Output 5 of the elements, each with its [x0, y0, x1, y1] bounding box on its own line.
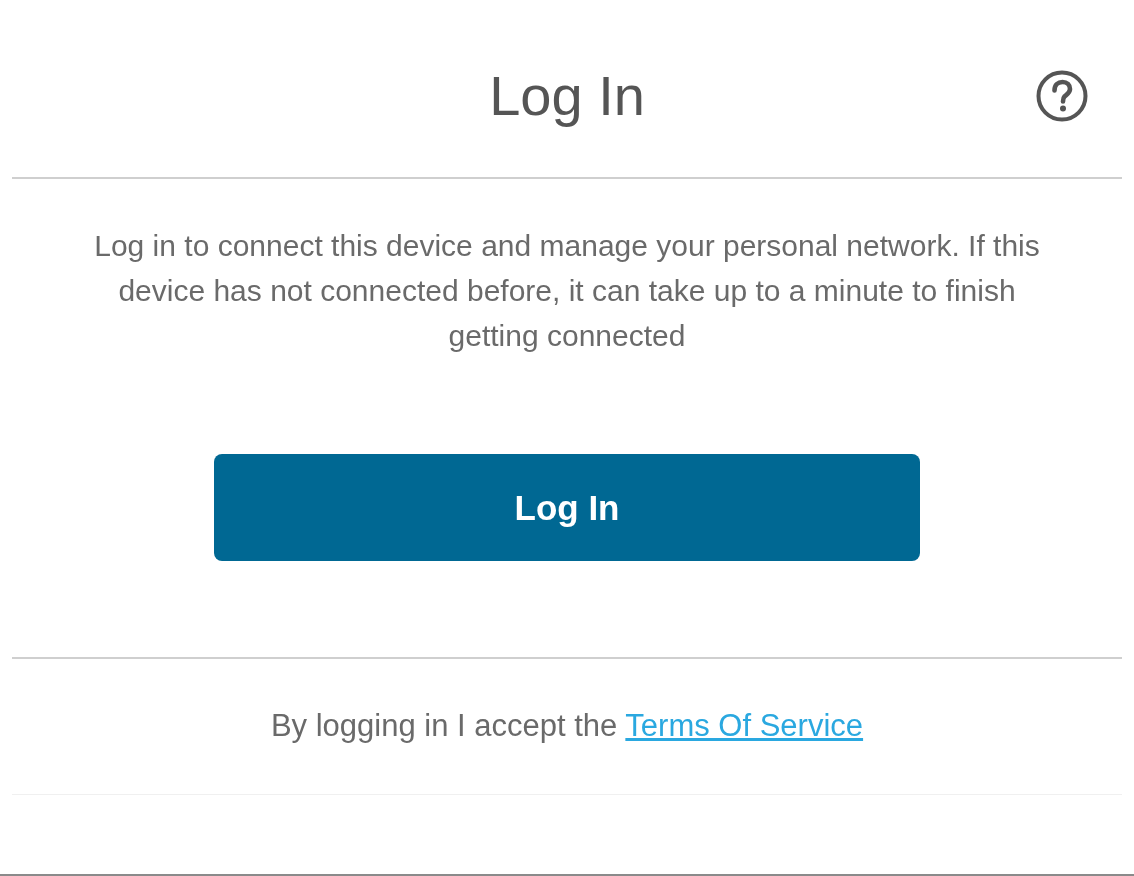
- help-icon[interactable]: [1036, 69, 1088, 122]
- terms-notice: By logging in I accept the Terms Of Service: [270, 707, 864, 745]
- page-title: Log In: [489, 62, 645, 129]
- login-button[interactable]: Log In: [214, 454, 920, 561]
- login-message: Log in to connect this device and manage your personal network. If this device has not connected before, it can take up to a minute to finish getting connected: [93, 228, 1041, 354]
